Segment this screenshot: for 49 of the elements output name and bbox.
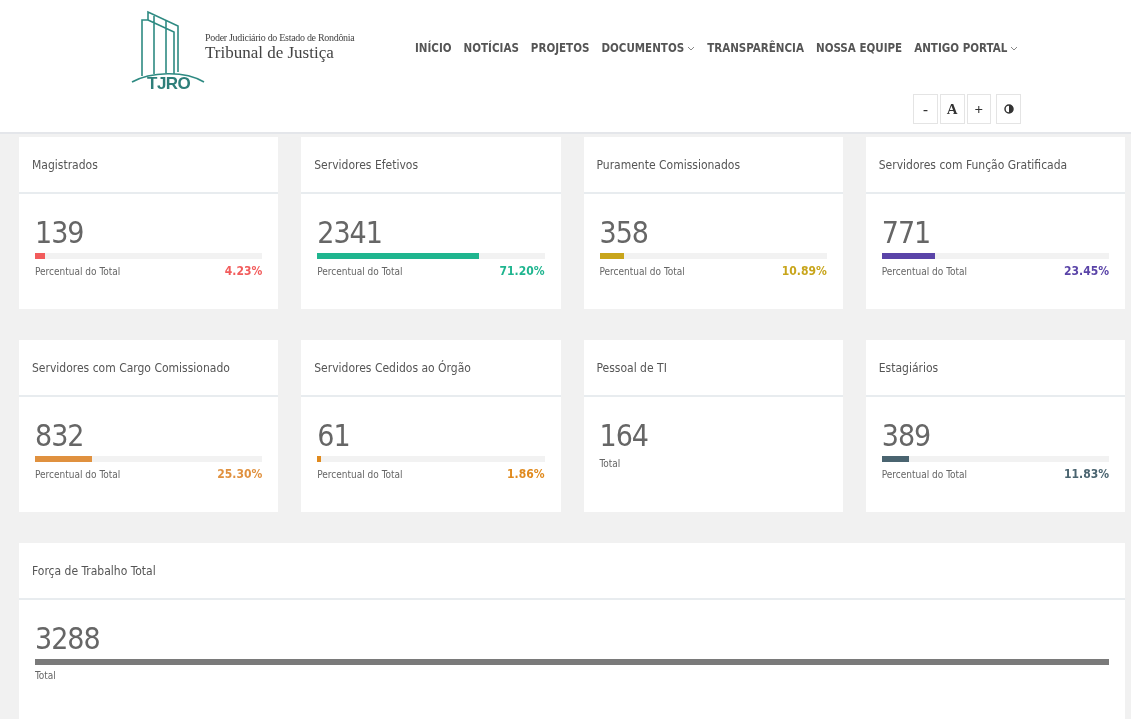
percent-label: 1.86% [507, 467, 545, 482]
nav-link[interactable]: NOSSA EQUIPE [815, 41, 903, 55]
card-title: Servidores Cedidos ao Órgão [314, 360, 471, 375]
stat-caption: Percentual do Total [35, 468, 121, 480]
card-title: Servidores com Cargo Comissionado [32, 360, 230, 375]
stat-caption: Percentual do Total [317, 468, 403, 480]
contrast-icon [1003, 104, 1014, 114]
stat-caption: Total [599, 458, 621, 470]
nav-link[interactable]: ANTIGO PORTAL [914, 41, 1019, 55]
stat-value: 358 [599, 216, 649, 251]
nav-link[interactable]: PROJETOS [530, 41, 590, 55]
percent-label: 71.20% [499, 264, 545, 279]
logo-title: Tribunal de Justiça [205, 43, 335, 63]
nav-link[interactable]: NOTÍCIAS [463, 41, 519, 55]
nav-link[interactable]: TRANSPARÊNCIA [707, 41, 804, 55]
stat-value: 832 [35, 419, 85, 454]
logo-subtitle: Poder Judiciário do Estado de Rondônia [205, 32, 356, 43]
stat-value: 771 [881, 216, 932, 251]
contrast-button[interactable] [996, 94, 1021, 124]
percent-label: 10.89% [781, 264, 827, 279]
stat-caption: Percentual do Total [35, 265, 121, 277]
stat-caption: Percentual do Total [599, 265, 685, 277]
stat-value: 164 [599, 419, 649, 454]
stat-caption: Percentual do Total [881, 468, 968, 480]
card-title: Puramente Comissionados [596, 157, 741, 172]
font-size-button[interactable]: A [939, 94, 965, 124]
stat-caption: Percentual do Total [881, 265, 968, 277]
nav-link[interactable]: INÍCIO [415, 41, 452, 55]
card-title: Pessoal de TI [596, 360, 667, 375]
font-size-button[interactable]: + [966, 94, 992, 124]
card-title: Estagiários [878, 360, 939, 375]
nav-link[interactable]: DOCUMENTOS [601, 41, 696, 55]
card-title: Magistrados [32, 157, 98, 172]
logo-text: TJRO [147, 74, 191, 94]
font-size-button[interactable]: - [913, 94, 938, 124]
percent-label: 11.83% [1064, 467, 1109, 482]
card-title: Servidores com Função Gratificada [878, 157, 1068, 172]
stat-caption: Percentual do Total [317, 265, 403, 277]
card-title: Servidores Efetivos [314, 157, 418, 172]
card-title: Força de Trabalho Total [32, 563, 156, 578]
percent-label: 4.23% [224, 264, 263, 279]
stat-value: 389 [881, 419, 932, 454]
stat-value: 2341 [317, 216, 383, 251]
percent-label: 25.30% [217, 467, 263, 482]
stat-value: 3288 [35, 622, 101, 657]
percent-label: 23.45% [1064, 264, 1109, 279]
stat-value: 139 [35, 216, 85, 251]
stat-caption: Total [35, 670, 56, 682]
stat-value: 61 [317, 419, 351, 454]
